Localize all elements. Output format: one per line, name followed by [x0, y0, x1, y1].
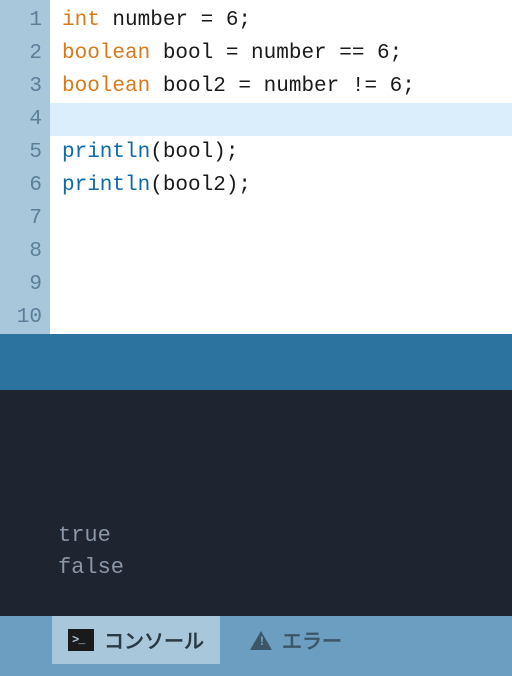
- panel-divider: [0, 334, 512, 390]
- tab-errors-label: エラー: [282, 625, 342, 655]
- line-number: 9: [0, 268, 50, 301]
- code-line[interactable]: boolean bool = number == 6;: [62, 37, 512, 70]
- terminal-icon: >_: [68, 629, 94, 651]
- code-line[interactable]: int number = 6;: [62, 4, 512, 37]
- code-line[interactable]: [62, 268, 512, 301]
- tab-console-label: コンソール: [104, 625, 204, 655]
- tab-console[interactable]: >_ コンソール: [52, 616, 220, 664]
- line-number: 10: [0, 301, 50, 334]
- console-line: false: [58, 552, 512, 584]
- line-number: 8: [0, 235, 50, 268]
- code-editor[interactable]: 12345678910 int number = 6;boolean bool …: [0, 0, 512, 334]
- code-content[interactable]: int number = 6;boolean bool = number == …: [50, 0, 512, 334]
- line-number: 7: [0, 202, 50, 235]
- code-line[interactable]: println(bool);: [62, 136, 512, 169]
- code-line[interactable]: [62, 301, 512, 334]
- code-line[interactable]: [62, 202, 512, 235]
- line-number: 2: [0, 37, 50, 70]
- line-gutter: 12345678910: [0, 0, 50, 334]
- code-line[interactable]: println(bool2);: [62, 169, 512, 202]
- console-line: true: [58, 520, 512, 552]
- tab-errors[interactable]: エラー: [234, 616, 358, 664]
- code-line[interactable]: [62, 103, 512, 136]
- line-number: 3: [0, 70, 50, 103]
- line-number: 6: [0, 169, 50, 202]
- code-line[interactable]: [62, 235, 512, 268]
- code-line[interactable]: boolean bool2 = number != 6;: [62, 70, 512, 103]
- console-panel: truefalse: [0, 390, 512, 616]
- line-number: 1: [0, 4, 50, 37]
- line-number: 5: [0, 136, 50, 169]
- warning-icon: [250, 631, 272, 650]
- bottom-tab-bar: >_ コンソール エラー: [0, 616, 512, 676]
- line-number: 4: [0, 103, 50, 136]
